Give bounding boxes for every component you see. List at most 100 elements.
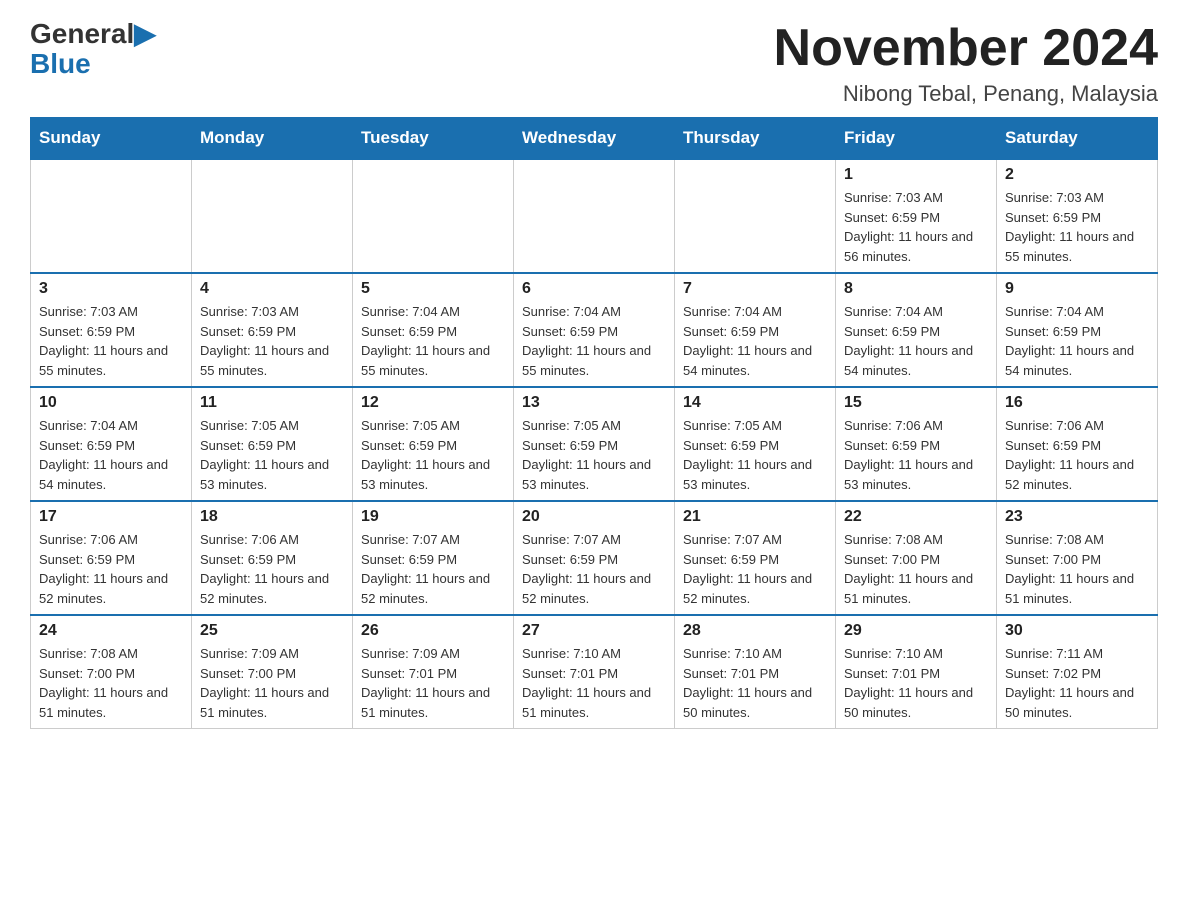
day-number: 19 bbox=[361, 508, 505, 526]
day-number: 29 bbox=[844, 622, 988, 640]
day-number: 2 bbox=[1005, 166, 1149, 184]
day-number: 5 bbox=[361, 280, 505, 298]
calendar-cell: 28Sunrise: 7:10 AMSunset: 7:01 PMDayligh… bbox=[675, 615, 836, 729]
calendar-cell bbox=[675, 159, 836, 273]
day-info: Sunrise: 7:06 AMSunset: 6:59 PMDaylight:… bbox=[39, 530, 183, 608]
day-info: Sunrise: 7:04 AMSunset: 6:59 PMDaylight:… bbox=[1005, 302, 1149, 380]
calendar-week-4: 24 Sunrise: 7:08 AMSunset: 7:00 PMDayligh… bbox=[31, 615, 1158, 729]
location: Nibong Tebal, Penang, Malaysia bbox=[774, 81, 1158, 107]
day-info: Sunrise: 7:09 AMSunset: 7:01 PMDaylight:… bbox=[361, 644, 505, 722]
logo: General▶ Blue bbox=[30, 20, 156, 80]
calendar-cell: 12 Sunrise: 7:05 AMSunset: 6:59 PMDayligh… bbox=[353, 387, 514, 501]
day-info: Sunrise: 7:08 AMSunset: 7:00 PMDaylight:… bbox=[39, 644, 183, 722]
day-info: Sunrise: 7:03 AMSunset: 6:59 PMDaylight:… bbox=[844, 188, 988, 266]
logo-arrow: ▶ bbox=[134, 18, 156, 49]
day-info: Sunrise: 7:03 AMSunset: 6:59 PMDaylight:… bbox=[1005, 188, 1149, 266]
day-info: Sunrise: 7:05 AMSunset: 6:59 PMDaylight:… bbox=[200, 416, 344, 494]
calendar-cell: 19 Sunrise: 7:07 AMSunset: 6:59 PMDayligh… bbox=[353, 501, 514, 615]
day-number: 11 bbox=[200, 394, 344, 412]
day-info: Sunrise: 7:10 AMSunset: 7:01 PMDaylight:… bbox=[522, 644, 666, 722]
day-info: Sunrise: 7:04 AMSunset: 6:59 PMDaylight:… bbox=[39, 416, 183, 494]
day-number: 22 bbox=[844, 508, 988, 526]
weekday-header-tuesday: Tuesday bbox=[353, 118, 514, 160]
day-info: Sunrise: 7:07 AMSunset: 6:59 PMDaylight:… bbox=[361, 530, 505, 608]
day-number: 21 bbox=[683, 508, 827, 526]
day-number: 10 bbox=[39, 394, 183, 412]
title-block: November 2024 Nibong Tebal, Penang, Mala… bbox=[774, 20, 1158, 107]
calendar-cell: 20 Sunrise: 7:07 AMSunset: 6:59 PMDayligh… bbox=[514, 501, 675, 615]
day-info: Sunrise: 7:03 AMSunset: 6:59 PMDaylight:… bbox=[39, 302, 183, 380]
day-number: 17 bbox=[39, 508, 183, 526]
day-number: 20 bbox=[522, 508, 666, 526]
calendar-week-3: 17 Sunrise: 7:06 AMSunset: 6:59 PMDayligh… bbox=[31, 501, 1158, 615]
calendar-cell: 27Sunrise: 7:10 AMSunset: 7:01 PMDayligh… bbox=[514, 615, 675, 729]
weekday-header-friday: Friday bbox=[836, 118, 997, 160]
calendar-cell bbox=[31, 159, 192, 273]
day-number: 4 bbox=[200, 280, 344, 298]
calendar-week-2: 10 Sunrise: 7:04 AMSunset: 6:59 PMDayligh… bbox=[31, 387, 1158, 501]
day-number: 3 bbox=[39, 280, 183, 298]
calendar-cell bbox=[514, 159, 675, 273]
day-number: 1 bbox=[844, 166, 988, 184]
calendar-cell: 21Sunrise: 7:07 AMSunset: 6:59 PMDayligh… bbox=[675, 501, 836, 615]
day-number: 26 bbox=[361, 622, 505, 640]
day-info: Sunrise: 7:05 AMSunset: 6:59 PMDaylight:… bbox=[683, 416, 827, 494]
calendar-cell: 29 Sunrise: 7:10 AMSunset: 7:01 PMDayligh… bbox=[836, 615, 997, 729]
calendar-cell: 6Sunrise: 7:04 AMSunset: 6:59 PMDaylight… bbox=[514, 273, 675, 387]
day-info: Sunrise: 7:06 AMSunset: 6:59 PMDaylight:… bbox=[1005, 416, 1149, 494]
day-number: 23 bbox=[1005, 508, 1149, 526]
day-number: 13 bbox=[522, 394, 666, 412]
calendar-week-1: 3 Sunrise: 7:03 AMSunset: 6:59 PMDaylight… bbox=[31, 273, 1158, 387]
day-number: 9 bbox=[1005, 280, 1149, 298]
weekday-header-saturday: Saturday bbox=[997, 118, 1158, 160]
day-info: Sunrise: 7:06 AMSunset: 6:59 PMDaylight:… bbox=[844, 416, 988, 494]
calendar-cell: 1 Sunrise: 7:03 AMSunset: 6:59 PMDaylight… bbox=[836, 159, 997, 273]
day-number: 7 bbox=[683, 280, 827, 298]
day-number: 18 bbox=[200, 508, 344, 526]
calendar-cell: 9 Sunrise: 7:04 AMSunset: 6:59 PMDaylight… bbox=[997, 273, 1158, 387]
calendar-cell: 8Sunrise: 7:04 AMSunset: 6:59 PMDaylight… bbox=[836, 273, 997, 387]
calendar-week-0: 1 Sunrise: 7:03 AMSunset: 6:59 PMDaylight… bbox=[31, 159, 1158, 273]
day-info: Sunrise: 7:03 AMSunset: 6:59 PMDaylight:… bbox=[200, 302, 344, 380]
day-number: 6 bbox=[522, 280, 666, 298]
day-number: 30 bbox=[1005, 622, 1149, 640]
day-info: Sunrise: 7:06 AMSunset: 6:59 PMDaylight:… bbox=[200, 530, 344, 608]
calendar-cell bbox=[353, 159, 514, 273]
day-number: 16 bbox=[1005, 394, 1149, 412]
day-info: Sunrise: 7:11 AMSunset: 7:02 PMDaylight:… bbox=[1005, 644, 1149, 722]
weekday-header-row: SundayMondayTuesdayWednesdayThursdayFrid… bbox=[31, 118, 1158, 160]
page-header: General▶ Blue November 2024 Nibong Tebal… bbox=[30, 20, 1158, 107]
calendar-cell bbox=[192, 159, 353, 273]
day-info: Sunrise: 7:09 AMSunset: 7:00 PMDaylight:… bbox=[200, 644, 344, 722]
calendar-cell: 3 Sunrise: 7:03 AMSunset: 6:59 PMDaylight… bbox=[31, 273, 192, 387]
day-info: Sunrise: 7:07 AMSunset: 6:59 PMDaylight:… bbox=[522, 530, 666, 608]
calendar-cell: 2 Sunrise: 7:03 AMSunset: 6:59 PMDaylight… bbox=[997, 159, 1158, 273]
day-number: 25 bbox=[200, 622, 344, 640]
calendar-cell: 16 Sunrise: 7:06 AMSunset: 6:59 PMDayligh… bbox=[997, 387, 1158, 501]
calendar-cell: 30 Sunrise: 7:11 AMSunset: 7:02 PMDayligh… bbox=[997, 615, 1158, 729]
weekday-header-sunday: Sunday bbox=[31, 118, 192, 160]
day-info: Sunrise: 7:04 AMSunset: 6:59 PMDaylight:… bbox=[844, 302, 988, 380]
calendar-table: SundayMondayTuesdayWednesdayThursdayFrid… bbox=[30, 117, 1158, 729]
day-info: Sunrise: 7:05 AMSunset: 6:59 PMDaylight:… bbox=[361, 416, 505, 494]
calendar-cell: 25 Sunrise: 7:09 AMSunset: 7:00 PMDayligh… bbox=[192, 615, 353, 729]
day-info: Sunrise: 7:08 AMSunset: 7:00 PMDaylight:… bbox=[844, 530, 988, 608]
calendar-cell: 10 Sunrise: 7:04 AMSunset: 6:59 PMDayligh… bbox=[31, 387, 192, 501]
calendar-cell: 26 Sunrise: 7:09 AMSunset: 7:01 PMDayligh… bbox=[353, 615, 514, 729]
calendar-cell: 7 Sunrise: 7:04 AMSunset: 6:59 PMDaylight… bbox=[675, 273, 836, 387]
calendar-cell: 13 Sunrise: 7:05 AMSunset: 6:59 PMDayligh… bbox=[514, 387, 675, 501]
day-number: 12 bbox=[361, 394, 505, 412]
calendar-cell: 17 Sunrise: 7:06 AMSunset: 6:59 PMDayligh… bbox=[31, 501, 192, 615]
day-info: Sunrise: 7:05 AMSunset: 6:59 PMDaylight:… bbox=[522, 416, 666, 494]
day-info: Sunrise: 7:10 AMSunset: 7:01 PMDaylight:… bbox=[683, 644, 827, 722]
day-number: 14 bbox=[683, 394, 827, 412]
day-number: 15 bbox=[844, 394, 988, 412]
day-info: Sunrise: 7:10 AMSunset: 7:01 PMDaylight:… bbox=[844, 644, 988, 722]
calendar-cell: 11 Sunrise: 7:05 AMSunset: 6:59 PMDayligh… bbox=[192, 387, 353, 501]
month-title: November 2024 bbox=[774, 20, 1158, 77]
day-number: 24 bbox=[39, 622, 183, 640]
calendar-cell: 4 Sunrise: 7:03 AMSunset: 6:59 PMDaylight… bbox=[192, 273, 353, 387]
day-info: Sunrise: 7:04 AMSunset: 6:59 PMDaylight:… bbox=[361, 302, 505, 380]
calendar-cell: 5 Sunrise: 7:04 AMSunset: 6:59 PMDaylight… bbox=[353, 273, 514, 387]
day-info: Sunrise: 7:04 AMSunset: 6:59 PMDaylight:… bbox=[683, 302, 827, 380]
